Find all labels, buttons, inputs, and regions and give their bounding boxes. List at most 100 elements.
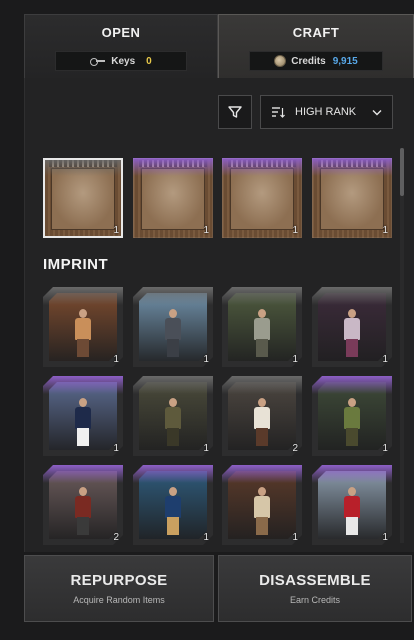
figure-legs (256, 339, 268, 357)
figure-legs (77, 428, 89, 446)
imprint-item[interactable]: 1 (222, 287, 302, 367)
disassemble-button[interactable]: DISASSEMBLE Earn Credits (218, 555, 412, 622)
figure-head (348, 398, 356, 407)
character-figure (342, 487, 362, 535)
figure-outfit (254, 318, 270, 340)
section-title-imprint: IMPRINT (43, 256, 109, 273)
scrollbar[interactable] (400, 148, 404, 543)
item-quantity: 1 (203, 443, 209, 454)
filter-button[interactable] (218, 95, 252, 129)
inventory-panel: HIGH RANK 1 1 1 1 IMPRINT 1 1 1 1 1 1 2 1 2 1 1 1 (24, 78, 414, 552)
figure-outfit (254, 496, 270, 518)
figure-legs (77, 339, 89, 357)
figure-legs (346, 428, 358, 446)
tab-bar: OPEN Keys 0 CRAFT Credits 9,915 (24, 14, 414, 78)
item-quantity: 2 (292, 443, 298, 454)
item-quantity: 1 (113, 443, 119, 454)
figure-outfit (165, 496, 181, 518)
repurpose-title: REPURPOSE (70, 572, 168, 589)
figure-head (169, 309, 177, 318)
disassemble-title: DISASSEMBLE (259, 572, 371, 589)
ticket-item-masked-figure-ticket[interactable]: 1 (312, 158, 392, 238)
rarity-glow (43, 376, 123, 394)
imprint-item[interactable]: 1 (133, 287, 213, 367)
item-frame (43, 158, 123, 238)
imprint-item[interactable]: 1 (312, 287, 392, 367)
item-quantity: 1 (113, 354, 119, 365)
item-quantity: 1 (203, 532, 209, 543)
character-figure (163, 487, 183, 535)
rarity-glow (312, 287, 392, 305)
sort-label: HIGH RANK (295, 106, 357, 118)
tab-craft[interactable]: CRAFT Credits 9,915 (218, 14, 414, 78)
item-quantity: 1 (382, 354, 388, 365)
figure-legs (167, 428, 179, 446)
item-quantity: 1 (292, 532, 298, 543)
imprint-item[interactable]: 1 (133, 376, 213, 456)
figure-outfit (165, 318, 181, 340)
credits-value: 9,915 (332, 55, 358, 67)
rarity-glow (43, 287, 123, 305)
rarity-glow (222, 287, 302, 305)
rarity-glow (133, 376, 213, 394)
keys-balance: Keys 0 (55, 51, 187, 71)
rarity-glow (133, 465, 213, 483)
character-figure (163, 398, 183, 446)
rarity-glow (222, 376, 302, 394)
repurpose-button[interactable]: REPURPOSE Acquire Random Items (24, 555, 214, 622)
character-figure (342, 309, 362, 357)
chevron-down-icon (372, 109, 382, 115)
imprint-item[interactable]: 2 (43, 465, 123, 545)
sort-icon (272, 107, 285, 118)
imprint-item[interactable]: 1 (43, 287, 123, 367)
tab-open-label: OPEN (101, 25, 141, 40)
figure-legs (167, 339, 179, 357)
key-icon (90, 56, 106, 66)
figure-head (258, 309, 266, 318)
character-figure (73, 309, 93, 357)
ticket-item-snowman-helmet-ticket[interactable]: 1 (222, 158, 302, 238)
figure-head (79, 398, 87, 407)
figure-head (79, 309, 87, 318)
figure-outfit (344, 407, 360, 429)
keys-value: 0 (146, 55, 152, 67)
figure-outfit (75, 318, 91, 340)
figure-outfit (75, 496, 91, 518)
rarity-glow (312, 376, 392, 394)
figure-legs (77, 517, 89, 535)
figure-legs (167, 517, 179, 535)
imprint-item[interactable]: 1 (133, 465, 213, 545)
item-quantity: 1 (203, 225, 209, 236)
item-frame (312, 158, 392, 238)
figure-head (169, 398, 177, 407)
character-figure (73, 398, 93, 446)
figure-outfit (344, 496, 360, 518)
imprint-item[interactable]: 1 (312, 376, 392, 456)
figure-head (348, 487, 356, 496)
scroll-thumb[interactable] (400, 148, 404, 196)
imprint-item[interactable]: 1 (222, 465, 302, 545)
figure-legs (256, 428, 268, 446)
rarity-glow (133, 287, 213, 305)
character-figure (252, 487, 272, 535)
figure-head (258, 398, 266, 407)
item-quantity: 1 (382, 532, 388, 543)
character-figure (252, 309, 272, 357)
credit-coin-icon (274, 55, 287, 67)
ticket-item-motorcycle-ticket[interactable]: 1 (43, 158, 123, 238)
imprint-item[interactable]: 2 (222, 376, 302, 456)
item-quantity: 1 (292, 354, 298, 365)
item-quantity: 1 (382, 225, 388, 236)
character-figure (163, 309, 183, 357)
sort-dropdown[interactable]: HIGH RANK (260, 95, 393, 129)
item-quantity: 1 (292, 225, 298, 236)
imprint-item[interactable]: 1 (43, 376, 123, 456)
imprint-item[interactable]: 1 (312, 465, 392, 545)
figure-outfit (75, 407, 91, 429)
item-quantity: 1 (203, 354, 209, 365)
ticket-item-helmet-ticket[interactable]: 1 (133, 158, 213, 238)
tab-open[interactable]: OPEN Keys 0 (24, 14, 218, 78)
filter-funnel-icon (228, 106, 242, 118)
figure-outfit (254, 407, 270, 429)
figure-outfit (165, 407, 181, 429)
